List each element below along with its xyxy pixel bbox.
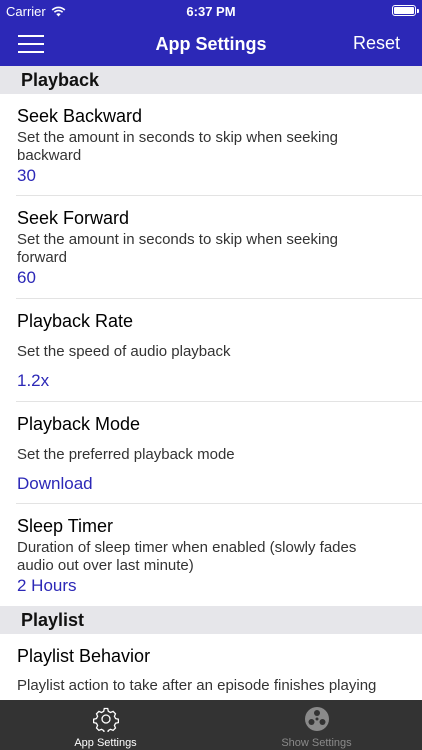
- gear-icon: [92, 707, 119, 732]
- setting-label: Playlist Behavior: [17, 646, 151, 666]
- navigation-bar: App Settings Reset: [0, 22, 422, 66]
- setting-label: Playback Rate: [17, 311, 134, 331]
- settings-list[interactable]: Playback Seek Backward Set the amount in…: [0, 66, 422, 700]
- setting-label: Seek Backward: [17, 106, 143, 126]
- battery-icon: [392, 5, 419, 16]
- setting-playback-mode[interactable]: Playback Mode Set the preferred playback…: [16, 402, 422, 504]
- setting-value[interactable]: 60: [17, 268, 36, 288]
- setting-description: Set the amount in seconds to skip when s…: [17, 129, 339, 164]
- film-reel-icon: [304, 707, 329, 731]
- setting-description: Playlist action to take after an episode…: [17, 677, 377, 694]
- setting-description: Set the preferred playback mode: [17, 446, 235, 463]
- setting-value[interactable]: 1.2x: [17, 371, 49, 391]
- setting-description: Duration of sleep timer when enabled (sl…: [17, 539, 357, 574]
- tab-show-settings[interactable]: Show Settings: [211, 700, 422, 750]
- tab-bar: App Settings Show Settings: [0, 700, 422, 750]
- reset-button[interactable]: Reset: [353, 33, 400, 54]
- setting-playback-rate[interactable]: Playback Rate Set the speed of audio pla…: [16, 299, 422, 402]
- tab-label: Show Settings: [281, 737, 352, 749]
- setting-sleep-timer[interactable]: Sleep Timer Duration of sleep timer when…: [16, 504, 422, 606]
- setting-value[interactable]: 30: [17, 166, 36, 186]
- setting-seek-forward[interactable]: Seek Forward Set the amount in seconds t…: [16, 196, 422, 299]
- tab-app-settings[interactable]: App Settings: [0, 700, 211, 750]
- tab-label: App Settings: [74, 737, 137, 749]
- setting-value[interactable]: 2 Hours: [17, 576, 77, 596]
- status-time: 6:37 PM: [186, 4, 236, 19]
- setting-seek-backward[interactable]: Seek Backward Set the amount in seconds …: [16, 94, 422, 196]
- setting-label: Seek Forward: [17, 208, 130, 228]
- setting-label: Playback Mode: [17, 414, 141, 434]
- status-bar: Carrier 6:37 PM: [0, 0, 422, 22]
- setting-label: Sleep Timer: [17, 516, 114, 536]
- setting-description: Set the speed of audio playback: [17, 343, 231, 360]
- setting-description: Set the amount in seconds to skip when s…: [17, 231, 339, 266]
- section-header-playback: Playback: [0, 66, 422, 94]
- section-header-playlist: Playlist: [0, 606, 422, 634]
- setting-playlist-behavior[interactable]: Playlist Behavior Playlist action to tak…: [16, 634, 422, 700]
- setting-value[interactable]: Download: [17, 474, 93, 494]
